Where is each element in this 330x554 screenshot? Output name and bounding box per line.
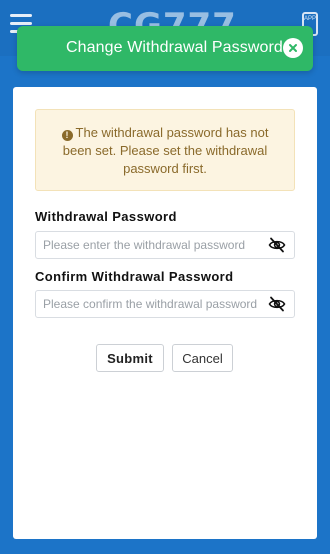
confirm-password-field [35,290,295,318]
confirm-password-label: Confirm Withdrawal Password [35,269,234,284]
withdrawal-password-field [35,231,295,259]
notice-text: The withdrawal password has not been set… [62,125,269,176]
toast-notification: Change Withdrawal Password [17,26,313,71]
toast-message: Change Withdrawal Password [66,39,283,56]
eye-slash-icon[interactable] [268,237,286,253]
alert-icon: ! [61,129,73,141]
close-icon[interactable] [283,38,303,58]
change-password-modal: ! The withdrawal password has not been se… [13,87,317,539]
notice-box: ! The withdrawal password has not been se… [35,109,295,191]
withdrawal-password-label: Withdrawal Password [35,209,177,224]
submit-button[interactable]: Submit [96,344,164,372]
confirm-password-input[interactable] [36,291,269,317]
withdrawal-password-input[interactable] [36,232,269,258]
app-label: APP [304,16,317,22]
eye-slash-icon[interactable] [268,296,286,312]
cancel-button[interactable]: Cancel [172,344,233,372]
